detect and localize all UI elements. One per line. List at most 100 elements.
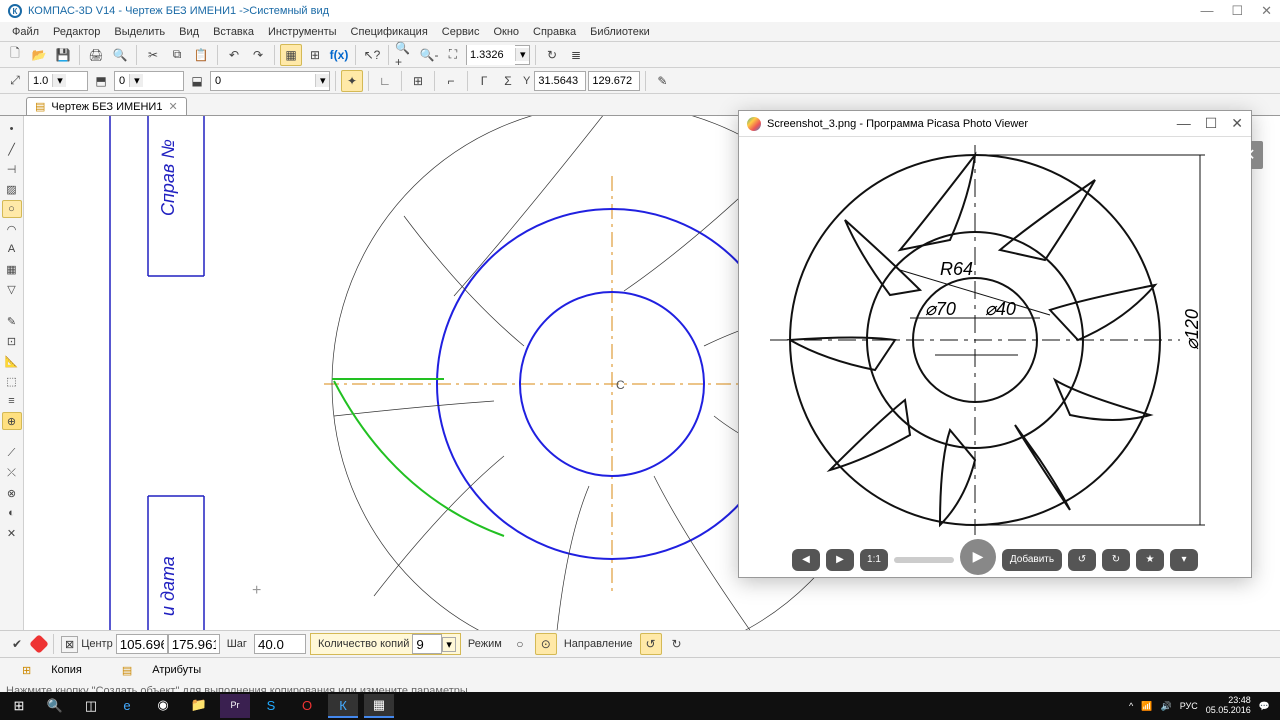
picasa-prev-icon[interactable]: ◀ bbox=[792, 549, 820, 571]
zoom-out-icon[interactable]: 🔍- bbox=[418, 44, 440, 66]
tool-copy-icon[interactable]: ⊕ bbox=[2, 412, 22, 430]
redo-icon[interactable]: ↷ bbox=[247, 44, 269, 66]
picasa-rotate-l-icon[interactable]: ↺ bbox=[1068, 549, 1096, 571]
tray-net-icon[interactable]: 📶 bbox=[1141, 701, 1152, 712]
start-icon[interactable]: ⊞ bbox=[4, 694, 34, 718]
coord-x[interactable] bbox=[534, 71, 586, 91]
picasa-close-button[interactable]: ✕ bbox=[1231, 115, 1243, 132]
maximize-button[interactable]: ☐ bbox=[1231, 3, 1243, 19]
sigma-icon[interactable]: Σ bbox=[497, 70, 519, 92]
misc-icon[interactable]: ✎ bbox=[651, 70, 673, 92]
tool-arc-icon[interactable]: ◠ bbox=[2, 220, 22, 238]
tool-edit-icon[interactable]: ✎ bbox=[2, 312, 22, 330]
edge-icon[interactable]: e bbox=[112, 694, 142, 718]
round-icon[interactable]: Γ bbox=[473, 70, 495, 92]
grid-icon[interactable]: ▦ bbox=[280, 44, 302, 66]
tray-notif-icon[interactable]: 💬 bbox=[1259, 701, 1270, 712]
zoom-in-icon[interactable]: 🔍+ bbox=[394, 44, 416, 66]
menu-file[interactable]: Файл bbox=[6, 24, 45, 40]
open-icon[interactable]: 📂 bbox=[28, 44, 50, 66]
chevron-down-icon[interactable]: ▾ bbox=[442, 637, 456, 652]
mode-b-icon[interactable]: ⊙ bbox=[535, 633, 557, 655]
tool-aux1-icon[interactable]: ⟋ bbox=[2, 444, 22, 462]
menu-libs[interactable]: Библиотеки bbox=[584, 24, 656, 40]
dir-ccw-icon[interactable]: ↺ bbox=[640, 633, 662, 655]
minimize-button[interactable]: — bbox=[1200, 3, 1213, 19]
zoom-fit-icon[interactable]: ⛶ bbox=[442, 44, 464, 66]
copy-icon[interactable]: ⧉ bbox=[166, 44, 188, 66]
zoom-combo[interactable]: ▾ bbox=[466, 45, 530, 65]
ortho-icon[interactable]: ∟ bbox=[374, 70, 396, 92]
picasa-maximize-button[interactable]: ☐ bbox=[1205, 115, 1218, 132]
pointer-icon[interactable]: ↖? bbox=[361, 44, 383, 66]
center-x-input[interactable] bbox=[116, 634, 168, 654]
picasa-add-button[interactable]: Добавить bbox=[1002, 549, 1062, 571]
picasa-next-icon[interactable]: ▶ bbox=[826, 549, 854, 571]
search-icon[interactable]: 🔍 bbox=[40, 694, 70, 718]
picasa-window[interactable]: Screenshot_3.png - Программа Picasa Phot… bbox=[738, 110, 1252, 578]
print-icon[interactable]: 🖨 bbox=[85, 44, 107, 66]
refresh-icon[interactable]: ↻ bbox=[541, 44, 563, 66]
mode-a-icon[interactable]: ○ bbox=[509, 633, 531, 655]
tool-table-icon[interactable]: ▦ bbox=[2, 260, 22, 278]
tool-measure-icon[interactable]: 📐 bbox=[2, 352, 22, 370]
var-icon[interactable]: ⊞ bbox=[304, 44, 326, 66]
menu-select[interactable]: Выделить bbox=[108, 24, 171, 40]
step-icon[interactable]: ⤢ bbox=[4, 70, 26, 92]
new-icon[interactable]: 🗋 bbox=[4, 44, 26, 66]
coord-y[interactable] bbox=[588, 71, 640, 91]
tool-aux3-icon[interactable]: ⊗ bbox=[2, 484, 22, 502]
system-tray[interactable]: ^ 📶 🔊 РУС 23:4805.05.2016 💬 bbox=[1129, 696, 1276, 716]
layer-combo[interactable]: 0▾ bbox=[114, 71, 184, 91]
tool-aux2-icon[interactable]: ⤫ bbox=[2, 464, 22, 482]
tool-hatch-icon[interactable]: ▨ bbox=[2, 180, 22, 198]
layer-icon[interactable]: ⬒ bbox=[90, 70, 112, 92]
menu-service[interactable]: Сервис bbox=[436, 24, 486, 40]
fx-icon[interactable]: f(x) bbox=[328, 44, 350, 66]
tool-text-icon[interactable]: A bbox=[2, 240, 22, 258]
picasa-titlebar[interactable]: Screenshot_3.png - Программа Picasa Phot… bbox=[739, 111, 1251, 137]
tool-select-icon[interactable]: ⬚ bbox=[2, 372, 22, 390]
tab-close-icon[interactable]: ✕ bbox=[168, 100, 177, 113]
color-combo[interactable]: 0▾ bbox=[210, 71, 330, 91]
tool-circle-icon[interactable]: ○ bbox=[2, 200, 22, 218]
chevron-down-icon[interactable]: ▾ bbox=[129, 74, 143, 87]
picasa-zoom-slider[interactable] bbox=[894, 557, 954, 563]
chevron-down-icon[interactable]: ▾ bbox=[515, 48, 529, 61]
chevron-down-icon[interactable]: ▾ bbox=[315, 74, 329, 87]
tool-point-icon[interactable]: • bbox=[2, 120, 22, 138]
tab-attrs[interactable]: ▤Атрибуты bbox=[106, 658, 217, 683]
grid2-icon[interactable]: ⊞ bbox=[407, 70, 429, 92]
coord-icon[interactable]: ⌐ bbox=[440, 70, 462, 92]
tool-dim-icon[interactable]: ⊣ bbox=[2, 160, 22, 178]
tool-spec-icon[interactable]: ≡ bbox=[2, 392, 22, 410]
undo-icon[interactable]: ↶ bbox=[223, 44, 245, 66]
picasa-more-icon[interactable]: ▾ bbox=[1170, 549, 1198, 571]
opera-icon[interactable]: O bbox=[292, 694, 322, 718]
cut-icon[interactable]: ✂ bbox=[142, 44, 164, 66]
zoom-value[interactable] bbox=[467, 45, 515, 65]
menu-help[interactable]: Справка bbox=[527, 24, 582, 40]
picasa-image-area[interactable]: R64 ⌀70 ⌀40 ⌀120 bbox=[739, 137, 1251, 542]
menu-editor[interactable]: Редактор bbox=[47, 24, 106, 40]
save-icon[interactable]: 💾 bbox=[52, 44, 74, 66]
preview-icon[interactable]: 🔍 bbox=[109, 44, 131, 66]
tab-drawing[interactable]: ▤ Чертеж БЕЗ ИМЕНИ1 ✕ bbox=[26, 97, 187, 115]
tool-param-icon[interactable]: ⊡ bbox=[2, 332, 22, 350]
menu-spec[interactable]: Спецификация bbox=[345, 24, 434, 40]
create-object-icon[interactable]: ✔ bbox=[6, 633, 28, 655]
skype-icon[interactable]: S bbox=[256, 694, 286, 718]
kompas-icon[interactable]: К bbox=[328, 694, 358, 718]
paste-icon[interactable]: 📋 bbox=[190, 44, 212, 66]
style-icon[interactable]: ⬓ bbox=[186, 70, 208, 92]
picasa-task-icon[interactable]: ▦ bbox=[364, 694, 394, 718]
tray-vol-icon[interactable]: 🔊 bbox=[1160, 701, 1171, 712]
tool-aux4-icon[interactable]: ◐ bbox=[2, 504, 22, 522]
step-combo[interactable]: 1.0▾ bbox=[28, 71, 88, 91]
chrome-icon[interactable]: ◉ bbox=[148, 694, 178, 718]
dir-cw-icon[interactable]: ↻ bbox=[666, 633, 688, 655]
picasa-minimize-button[interactable]: — bbox=[1177, 115, 1191, 132]
tool-aux5-icon[interactable]: ✕ bbox=[2, 524, 22, 542]
picasa-rotate-r-icon[interactable]: ↻ bbox=[1102, 549, 1130, 571]
menu-window[interactable]: Окно bbox=[487, 24, 525, 40]
